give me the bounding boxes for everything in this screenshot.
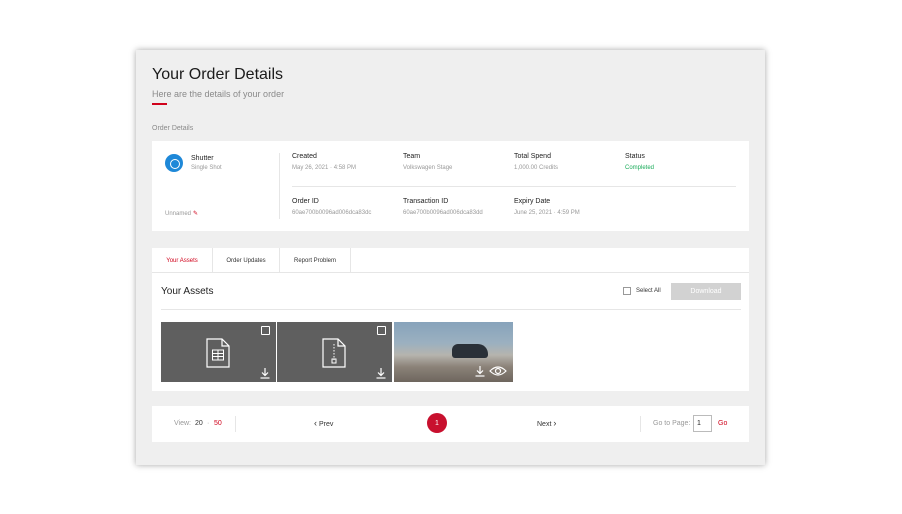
status-value: Completed bbox=[625, 165, 655, 171]
status-label: Status bbox=[625, 153, 645, 160]
pager-divider bbox=[235, 416, 236, 432]
order-details-panel: Your Order Details Here are the details … bbox=[136, 50, 765, 465]
select-all-checkbox[interactable] bbox=[623, 287, 631, 295]
tab-your-assets[interactable]: Your Assets bbox=[152, 248, 213, 273]
expiry-date-value: June 25, 2021 · 4:59 PM bbox=[514, 210, 580, 216]
vertical-divider bbox=[279, 153, 280, 219]
order-id-label: Order ID bbox=[292, 198, 319, 205]
download-icon[interactable] bbox=[259, 367, 271, 379]
spreadsheet-file-icon bbox=[206, 338, 230, 368]
asset-tile-photo[interactable] bbox=[394, 322, 513, 382]
horizontal-divider bbox=[292, 186, 736, 187]
download-icon[interactable] bbox=[474, 365, 486, 377]
view-label: View: bbox=[174, 420, 191, 427]
tab-report-problem[interactable]: Report Problem bbox=[280, 248, 351, 273]
pagination-bar: View: 20 · 50 ‹ Prev 1 Next › Go to Page… bbox=[152, 406, 749, 442]
unnamed-label: Unnamed bbox=[165, 211, 192, 217]
go-button[interactable]: Go bbox=[718, 420, 727, 427]
team-label: Team bbox=[403, 153, 421, 160]
asset-select-checkbox[interactable] bbox=[261, 326, 270, 335]
order-summary-card: Shutter Single Shot Unnamed ✎ Created May… bbox=[152, 141, 749, 231]
prev-label: Prev bbox=[318, 421, 334, 428]
product-name: Shutter bbox=[191, 155, 214, 162]
order-details-label: Order Details bbox=[152, 125, 194, 132]
goto-page-input[interactable] bbox=[693, 415, 712, 432]
total-spend-label: Total Spend bbox=[514, 153, 551, 160]
asset-tile-spreadsheet[interactable] bbox=[161, 322, 276, 382]
team-value: Volkswagen Stage bbox=[403, 165, 453, 171]
pencil-icon[interactable]: ✎ bbox=[193, 211, 198, 217]
view-option-50[interactable]: 50 bbox=[214, 420, 222, 427]
zip-file-icon bbox=[322, 338, 346, 368]
page-subtitle: Here are the details of your order bbox=[152, 89, 285, 99]
assets-card: Your Assets Order Updates Report Problem… bbox=[152, 248, 749, 391]
shutter-icon bbox=[165, 154, 183, 172]
goto-label: Go to Page: bbox=[653, 420, 691, 427]
chevron-left-icon: ‹ bbox=[314, 418, 317, 428]
chevron-right-icon: › bbox=[553, 418, 557, 428]
total-spend-value: 1,000.00 Credits bbox=[514, 165, 559, 171]
prev-button[interactable]: ‹ Prev bbox=[314, 418, 334, 429]
rename-order[interactable]: Unnamed ✎ bbox=[165, 210, 198, 217]
order-id-value: 60ae700b0096ad006dca83dc bbox=[292, 210, 372, 216]
eye-icon[interactable] bbox=[489, 365, 507, 377]
view-separator: · bbox=[207, 420, 210, 427]
next-label: Next bbox=[537, 421, 552, 428]
transaction-id-value: 60ae700b0096ad006dca83dd bbox=[403, 210, 483, 216]
product-type: Single Shot bbox=[191, 165, 222, 171]
car-photo-thumbnail bbox=[452, 344, 488, 358]
page-button-current[interactable]: 1 bbox=[427, 413, 447, 433]
download-icon[interactable] bbox=[375, 367, 387, 379]
created-label: Created bbox=[292, 153, 317, 160]
title-underline bbox=[152, 103, 167, 105]
download-button[interactable]: Download bbox=[671, 283, 741, 300]
asset-select-checkbox[interactable] bbox=[377, 326, 386, 335]
tab-bar: Your Assets Order Updates Report Problem bbox=[152, 248, 749, 273]
next-button[interactable]: Next › bbox=[537, 418, 557, 429]
transaction-id-label: Transaction ID bbox=[403, 198, 449, 205]
created-value: May 26, 2021 · 4:58 PM bbox=[292, 165, 357, 171]
tab-order-updates[interactable]: Order Updates bbox=[213, 248, 280, 273]
pager-divider bbox=[640, 416, 641, 432]
page-title: Your Order Details bbox=[152, 66, 284, 83]
select-all-label[interactable]: Select All bbox=[636, 288, 661, 294]
assets-title: Your Assets bbox=[161, 286, 214, 297]
view-option-20[interactable]: 20 bbox=[195, 420, 203, 427]
assets-divider bbox=[161, 309, 741, 310]
asset-tile-zip[interactable] bbox=[277, 322, 392, 382]
expiry-date-label: Expiry Date bbox=[514, 198, 551, 205]
